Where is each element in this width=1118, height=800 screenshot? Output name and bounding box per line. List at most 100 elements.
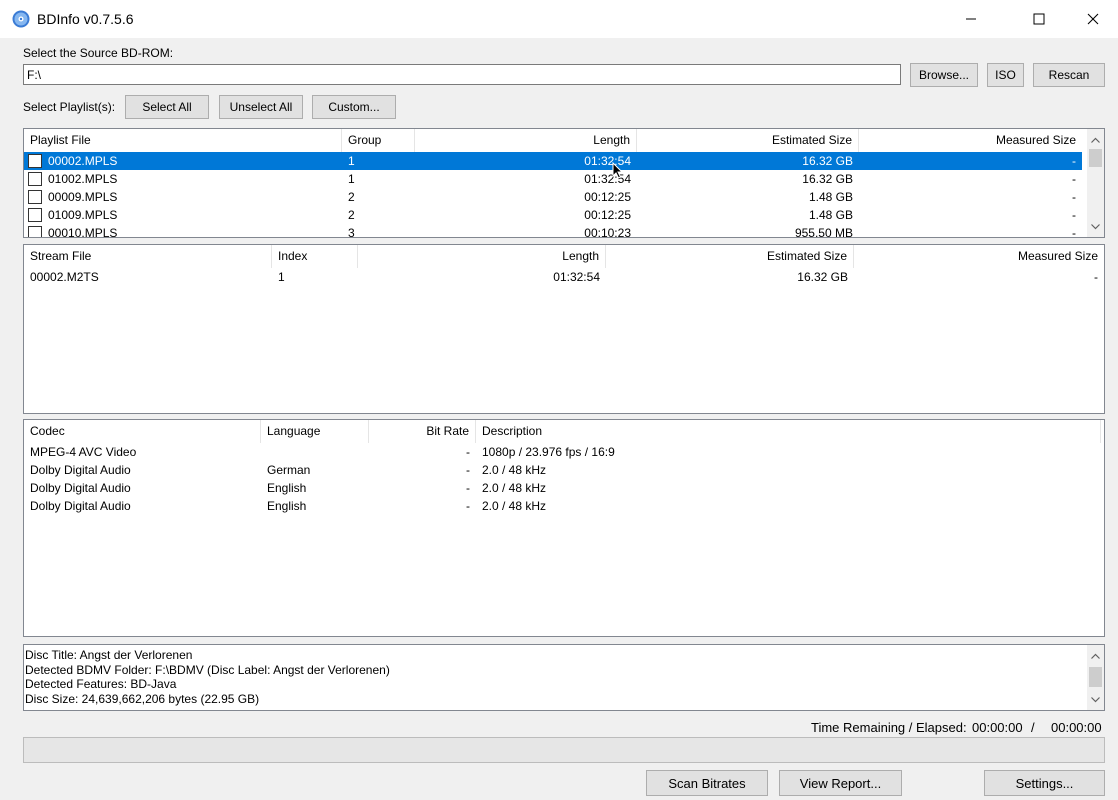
playlist-length: 00:12:25	[584, 208, 631, 222]
source-label: Select the Source BD-ROM:	[23, 46, 174, 60]
chevron-down-icon	[1091, 696, 1100, 702]
browse-button[interactable]: Browse...	[910, 63, 978, 87]
disc-title-line: Disc Title: Angst der Verlorenen	[25, 648, 193, 662]
codec-bitrate: -	[466, 481, 470, 495]
scroll-up-arrow[interactable]	[1087, 647, 1104, 664]
codec-row[interactable]: MPEG-4 AVC Video - 1080p / 23.976 fps / …	[24, 443, 1104, 461]
codec-list[interactable]: Codec Language Bit Rate Description MPEG…	[23, 419, 1105, 637]
playlist-est-size: 16.32 GB	[802, 154, 853, 168]
scroll-thumb[interactable]	[1089, 149, 1102, 167]
close-icon	[1087, 13, 1099, 25]
source-path-input[interactable]	[23, 64, 901, 85]
playlist-checkbox[interactable]	[28, 208, 42, 222]
playlist-checkbox[interactable]	[28, 226, 42, 237]
codec-language: English	[267, 481, 307, 495]
playlist-measured-size: -	[1072, 226, 1076, 238]
playlist-row[interactable]: 00009.MPLS 2 00:12:25 1.48 GB -	[24, 188, 1082, 206]
codec-row[interactable]: Dolby Digital Audio English - 2.0 / 48 k…	[24, 479, 1104, 497]
time-separator: /	[1031, 720, 1035, 735]
codec-row[interactable]: Dolby Digital Audio German - 2.0 / 48 kH…	[24, 461, 1104, 479]
stream-est-size: 16.32 GB	[797, 270, 848, 284]
playlist-checkbox[interactable]	[28, 190, 42, 204]
stream-list[interactable]: Stream File Index Length Estimated Size …	[23, 244, 1105, 414]
col-playlist-file[interactable]: Playlist File	[24, 129, 342, 152]
custom-button[interactable]: Custom...	[312, 95, 396, 119]
disc-info-text: Disc Title: Angst der Verlorenen Detecte…	[25, 648, 390, 706]
maximize-icon	[1033, 13, 1045, 25]
codec-name: Dolby Digital Audio	[30, 463, 131, 477]
col-stream-file[interactable]: Stream File	[24, 245, 272, 268]
codec-header: Codec Language Bit Rate Description	[24, 420, 1104, 443]
bdinfo-window: BDInfo v0.7.5.6 Select the Source BD-ROM…	[0, 0, 1118, 800]
col-measured-size[interactable]: Measured Size	[859, 129, 1082, 152]
col-language[interactable]: Language	[261, 420, 369, 443]
playlist-row[interactable]: 00010.MPLS 3 00:10:23 955.50 MB -	[24, 224, 1082, 238]
col-estimated-size[interactable]: Estimated Size	[637, 129, 859, 152]
playlists-label: Select Playlist(s):	[23, 100, 116, 114]
stream-measured-size: -	[1094, 270, 1098, 284]
playlist-group: 2	[348, 190, 355, 204]
playlist-measured-size: -	[1072, 208, 1076, 222]
maximize-button[interactable]	[1016, 0, 1062, 38]
codec-row[interactable]: Dolby Digital Audio English - 2.0 / 48 k…	[24, 497, 1104, 515]
features-line: Detected Features: BD-Java	[25, 677, 177, 692]
info-scrollbar[interactable]	[1087, 645, 1104, 710]
col-length[interactable]: Length	[358, 245, 606, 268]
chevron-up-icon	[1091, 653, 1100, 659]
scroll-down-arrow[interactable]	[1087, 691, 1104, 708]
chevron-down-icon	[1091, 223, 1100, 229]
col-bit-rate[interactable]: Bit Rate	[369, 420, 476, 443]
rescan-button[interactable]: Rescan	[1033, 63, 1105, 87]
playlist-group: 3	[348, 226, 355, 238]
select-all-button[interactable]: Select All	[125, 95, 209, 119]
codec-name: Dolby Digital Audio	[30, 481, 131, 495]
disc-size-line: Disc Size: 24,639,662,206 bytes (22.95 G…	[25, 691, 260, 706]
minimize-button[interactable]	[948, 0, 994, 38]
col-codec[interactable]: Codec	[24, 420, 261, 443]
col-description[interactable]: Description	[476, 420, 1101, 443]
playlist-row[interactable]: 01002.MPLS 1 01:32:54 16.32 GB -	[24, 170, 1082, 188]
scan-bitrates-button[interactable]: Scan Bitrates	[646, 770, 768, 796]
playlist-group: 1	[348, 154, 355, 168]
scroll-up-arrow[interactable]	[1087, 131, 1104, 148]
stream-row[interactable]: 00002.M2TS 1 01:32:54 16.32 GB -	[24, 268, 1104, 286]
playlist-est-size: 1.48 GB	[808, 190, 853, 204]
playlist-group: 1	[348, 172, 355, 186]
scroll-down-arrow[interactable]	[1087, 218, 1104, 235]
codec-bitrate: -	[466, 463, 470, 477]
codec-bitrate: -	[466, 499, 470, 513]
unselect-all-button[interactable]: Unselect All	[219, 95, 303, 119]
playlist-file: 01002.MPLS	[48, 172, 118, 186]
codec-name: Dolby Digital Audio	[30, 499, 131, 513]
col-group[interactable]: Group	[342, 129, 415, 152]
playlist-est-size: 955.50 MB	[794, 226, 853, 238]
playlist-checkbox[interactable]	[28, 172, 42, 186]
scroll-thumb[interactable]	[1089, 667, 1102, 687]
codec-name: MPEG-4 AVC Video	[30, 445, 137, 459]
playlist-checkbox[interactable]	[28, 154, 42, 168]
mouse-pointer-icon	[612, 162, 623, 179]
iso-button[interactable]: ISO	[987, 63, 1024, 87]
playlist-list[interactable]: Playlist File Group Length Estimated Siz…	[23, 128, 1105, 238]
playlist-row[interactable]: 00002.MPLS 1 01:32:54 16.32 GB -	[24, 152, 1082, 170]
col-measured-size[interactable]: Measured Size	[854, 245, 1104, 268]
playlist-measured-size: -	[1072, 190, 1076, 204]
view-report-button[interactable]: View Report...	[779, 770, 902, 796]
close-button[interactable]	[1070, 0, 1116, 38]
col-estimated-size[interactable]: Estimated Size	[606, 245, 854, 268]
playlist-scrollbar[interactable]	[1087, 129, 1104, 237]
playlist-length: 01:32:54	[584, 172, 631, 186]
stream-length: 01:32:54	[553, 270, 600, 284]
codec-language: English	[267, 499, 307, 513]
col-length[interactable]: Length	[415, 129, 637, 152]
playlist-length: 01:32:54	[584, 154, 631, 168]
playlist-est-size: 1.48 GB	[808, 208, 853, 222]
col-index[interactable]: Index	[272, 245, 358, 268]
playlist-row[interactable]: 01009.MPLS 2 00:12:25 1.48 GB -	[24, 206, 1082, 224]
settings-button[interactable]: Settings...	[984, 770, 1105, 796]
codec-bitrate: -	[466, 445, 470, 459]
playlist-length: 00:10:23	[584, 226, 631, 238]
codec-language	[261, 443, 369, 461]
disc-info-box[interactable]: Disc Title: Angst der Verlorenen Detecte…	[23, 644, 1105, 711]
window-title: BDInfo v0.7.5.6	[37, 11, 134, 27]
